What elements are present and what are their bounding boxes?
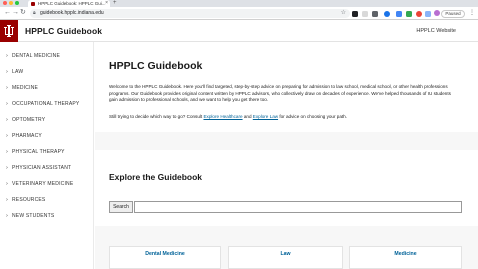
kebab-menu-icon[interactable]: ⋮: [469, 9, 475, 16]
tab-close-icon[interactable]: ×: [105, 0, 108, 7]
reload-icon[interactable]: ↻: [20, 8, 26, 18]
explore-heading: Explore the Guidebook: [109, 172, 203, 182]
new-tab-icon[interactable]: +: [113, 0, 117, 7]
browser-tab-bar: HPPLC Guidebook: HPPLC Gui... × +: [0, 0, 478, 7]
extension-icon[interactable]: [372, 11, 378, 17]
sidebar-item-label: PHYSICIAN ASSISTANT: [12, 165, 72, 171]
chevron-right-icon: ›: [6, 197, 9, 203]
puzzle-extensions-icon[interactable]: [425, 11, 431, 17]
explore-healthcare-link[interactable]: Explore Healthcare: [203, 114, 242, 119]
card-medicine[interactable]: Medicine: [349, 246, 462, 269]
window-minimize-button[interactable]: [9, 1, 13, 5]
sidebar-item-resources[interactable]: › RESOURCES: [6, 195, 92, 205]
chevron-right-icon: ›: [6, 69, 9, 75]
sidebar-item-label: LAW: [12, 69, 24, 75]
card-dental-medicine[interactable]: Dental Medicine: [109, 246, 221, 269]
sidebar-item-label: OPTOMETRY: [12, 117, 46, 123]
sidebar-item-label: DENTAL MEDICINE: [12, 53, 61, 59]
chevron-right-icon: ›: [6, 133, 9, 139]
sidebar-item-label: PHYSICAL THERAPY: [12, 149, 65, 155]
star-icon[interactable]: ☆: [341, 9, 346, 18]
sidebar-item-veterinary-medicine[interactable]: › VETERINARY MEDICINE: [6, 179, 92, 189]
search-input[interactable]: [134, 201, 462, 213]
sidebar-item-physician-assistant[interactable]: › PHYSICIAN ASSISTANT: [6, 163, 92, 173]
iu-trident-logo[interactable]: [0, 20, 18, 42]
chevron-right-icon: ›: [6, 117, 9, 123]
search-button[interactable]: Search: [109, 201, 133, 213]
cta-text: and: [242, 114, 253, 119]
sidebar-item-label: MEDICINE: [12, 85, 39, 91]
site-favicon-icon: [31, 1, 35, 6]
extension-icon[interactable]: [416, 11, 422, 17]
section-divider: [95, 132, 478, 150]
hpplc-website-link[interactable]: HPPLC Website: [416, 27, 456, 35]
extension-icon[interactable]: [352, 11, 358, 17]
chevron-right-icon: ›: [6, 181, 9, 187]
window-close-button[interactable]: [3, 1, 7, 5]
main-content: HPPLC Guidebook Welcome to the HPPLC Gui…: [95, 42, 478, 269]
sidebar-item-law[interactable]: › LAW: [6, 67, 92, 77]
site-header: HPPLC Guidebook HPPLC Website: [0, 20, 478, 42]
sidebar-item-physical-therapy[interactable]: › PHYSICAL THERAPY: [6, 147, 92, 157]
extension-icon[interactable]: [396, 11, 402, 17]
sidebar-item-pharmacy[interactable]: › PHARMACY: [6, 131, 92, 141]
avatar[interactable]: [434, 10, 440, 16]
sidebar-item-label: NEW STUDENTS: [12, 213, 55, 219]
sidebar-item-occupational-therapy[interactable]: › OCCUPATIONAL THERAPY: [6, 99, 92, 109]
forward-arrow-icon[interactable]: →: [12, 8, 19, 18]
sidebar-item-dental-medicine[interactable]: › DENTAL MEDICINE: [6, 51, 92, 61]
chevron-right-icon: ›: [6, 53, 9, 59]
extension-icon[interactable]: [406, 11, 412, 17]
site-title[interactable]: HPPLC Guidebook: [25, 25, 102, 37]
back-arrow-icon[interactable]: ←: [4, 8, 11, 18]
browser-tab[interactable]: HPPLC Guidebook: HPPLC Gui... ×: [28, 0, 110, 7]
extension-icon[interactable]: [362, 11, 368, 17]
browser-toolbar: ← → ↻ 🔒︎ guidebook.hpplc.indiana.edu ☆ P…: [0, 7, 478, 20]
chevron-right-icon: ›: [6, 101, 9, 107]
address-bar[interactable]: 🔒︎ guidebook.hpplc.indiana.edu ☆: [30, 9, 350, 18]
chevron-right-icon: ›: [6, 165, 9, 171]
sidebar-item-label: OCCUPATIONAL THERAPY: [12, 101, 80, 107]
sidebar-item-optometry[interactable]: › OPTOMETRY: [6, 115, 92, 125]
tab-title: HPPLC Guidebook: HPPLC Gui...: [38, 1, 106, 6]
sidebar-item-label: VETERINARY MEDICINE: [12, 181, 74, 187]
cta-text: for advice on choosing your path.: [278, 114, 348, 119]
sidebar-item-medicine[interactable]: › MEDICINE: [6, 83, 92, 93]
explore-law-link[interactable]: Explore Law: [253, 114, 278, 119]
window-maximize-button[interactable]: [15, 1, 19, 5]
page-title: HPPLC Guidebook: [109, 60, 203, 72]
chevron-right-icon: ›: [6, 149, 9, 155]
intro-paragraph: Welcome to the HPPLC Guidebook. Here you…: [109, 84, 451, 102]
chevron-right-icon: ›: [6, 85, 9, 91]
sidebar-item-new-students[interactable]: › NEW STUDENTS: [6, 211, 92, 221]
sidebar-item-label: RESOURCES: [12, 197, 46, 203]
sidebar-item-label: PHARMACY: [12, 133, 42, 139]
chevron-right-icon: ›: [6, 213, 9, 219]
url-text: guidebook.hpplc.indiana.edu: [40, 10, 104, 16]
profile-status-badge[interactable]: Paused: [441, 9, 465, 18]
card-law[interactable]: Law: [228, 246, 343, 269]
cta-paragraph: Still trying to decide which way to go? …: [109, 114, 459, 121]
cta-text: Still trying to decide which way to go? …: [109, 114, 204, 119]
extension-icon[interactable]: [384, 11, 390, 17]
sidebar-nav: › DENTAL MEDICINE › LAW › MEDICINE › OCC…: [0, 42, 94, 269]
lock-icon: 🔒︎: [33, 10, 36, 16]
